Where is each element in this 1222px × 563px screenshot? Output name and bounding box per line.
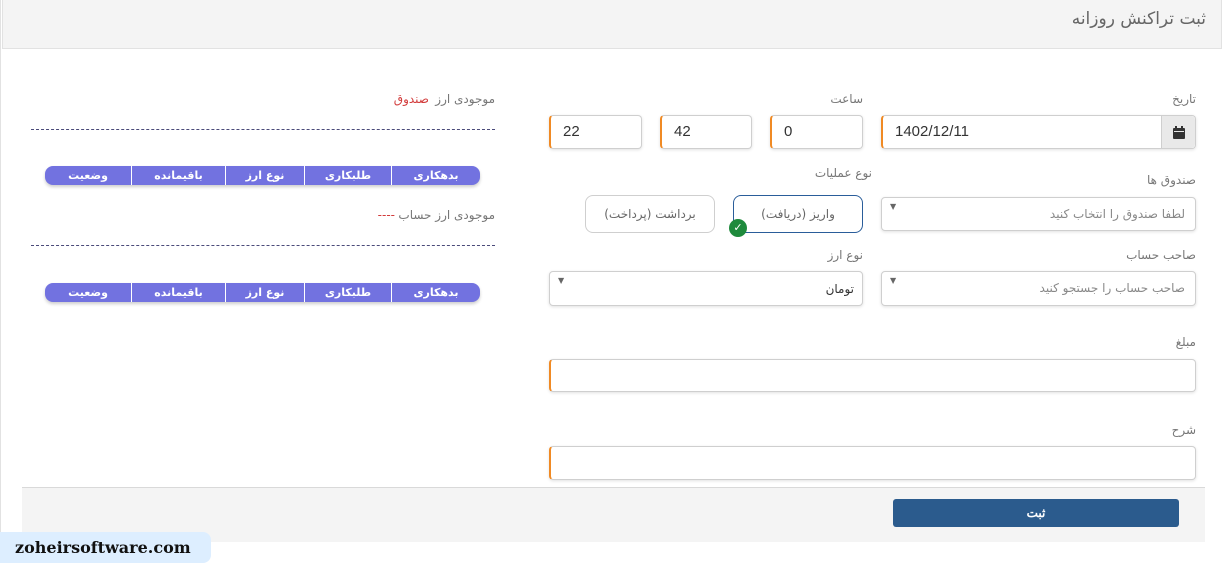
withdraw-option[interactable]: برداشت (پرداخت) — [585, 195, 715, 233]
divider — [31, 245, 495, 246]
col-debit: بدهکاری — [391, 166, 480, 185]
currency-select[interactable]: تومان ▼ — [549, 271, 863, 306]
col-currency: نوع ارز — [225, 283, 304, 302]
chevron-down-icon: ▼ — [890, 276, 897, 285]
page-title: ثبت تراکنش روزانه — [1071, 9, 1206, 29]
cashbox-placeholder: لطفا صندوق را انتخاب کنید — [1049, 207, 1185, 221]
currency-label: نوع ارز — [827, 248, 863, 262]
deposit-option[interactable]: واریز (دریافت) ✓ — [729, 195, 863, 237]
account-owner-placeholder: صاحب حساب را جستجو کنید — [1039, 281, 1185, 295]
col-status: وضعیت — [68, 169, 108, 182]
date-label: تاریخ — [1172, 92, 1196, 106]
time-second-field[interactable]: 22 — [549, 115, 642, 149]
submit-button[interactable]: ثبت — [893, 499, 1179, 527]
cashbox-select[interactable]: لطفا صندوق را انتخاب کنید ▼ — [881, 197, 1196, 231]
account-balance-table-header: بدهکاری طلبکاری نوع ارز باقیمانده وضعیت — [45, 283, 480, 302]
col-remaining: باقیمانده — [131, 283, 225, 302]
col-status: وضعیت — [68, 286, 108, 299]
amount-input[interactable] — [549, 359, 1196, 392]
col-currency: نوع ارز — [225, 166, 304, 185]
watermark: zoheirsoftware.com — [0, 532, 211, 563]
divider — [31, 129, 495, 130]
calendar-button[interactable] — [1161, 116, 1195, 148]
calendar-icon — [1173, 126, 1185, 139]
cashbox-balance-value: صندوق — [393, 92, 429, 106]
time-label: ساعت — [830, 92, 863, 106]
operation-type-label: نوع عملیات — [814, 166, 872, 180]
page-header — [2, 0, 1222, 49]
time-minute-field[interactable]: 42 — [660, 115, 752, 149]
account-owner-select[interactable]: صاحب حساب را جستجو کنید ▼ — [881, 271, 1196, 306]
account-balance-label: موجودی ارز حساب — [398, 208, 495, 222]
withdraw-option-label: برداشت (پرداخت) — [604, 207, 696, 221]
time-second-value: 22 — [563, 123, 580, 140]
cashbox-label: صندوق ها — [1146, 173, 1196, 187]
description-label: شرح — [1171, 423, 1196, 437]
chevron-down-icon: ▼ — [558, 276, 565, 285]
account-owner-label: صاحب حساب — [1126, 248, 1196, 262]
currency-value: تومان — [825, 282, 854, 296]
cashbox-balance-label: موجودی ارز — [435, 92, 495, 106]
date-value: 1402/12/11 — [895, 123, 969, 140]
time-hour-value: 0 — [784, 123, 793, 140]
col-credit: طلبکاری — [304, 166, 391, 185]
account-balance-value: ---- — [377, 208, 395, 222]
cashbox-balance-table-header: بدهکاری طلبکاری نوع ارز باقیمانده وضعیت — [45, 166, 480, 185]
time-hour-field[interactable]: 0 — [770, 115, 863, 149]
col-credit: طلبکاری — [304, 283, 391, 302]
description-input[interactable] — [549, 446, 1196, 480]
col-debit: بدهکاری — [391, 283, 480, 302]
amount-label: مبلغ — [1175, 335, 1196, 349]
time-minute-value: 42 — [674, 123, 691, 140]
check-circle-icon: ✓ — [729, 219, 747, 237]
left-border — [0, 0, 1, 563]
date-field[interactable]: 1402/12/11 — [881, 115, 1196, 149]
chevron-down-icon: ▼ — [890, 202, 897, 211]
col-remaining: باقیمانده — [131, 166, 225, 185]
deposit-option-label: واریز (دریافت) — [761, 207, 835, 221]
